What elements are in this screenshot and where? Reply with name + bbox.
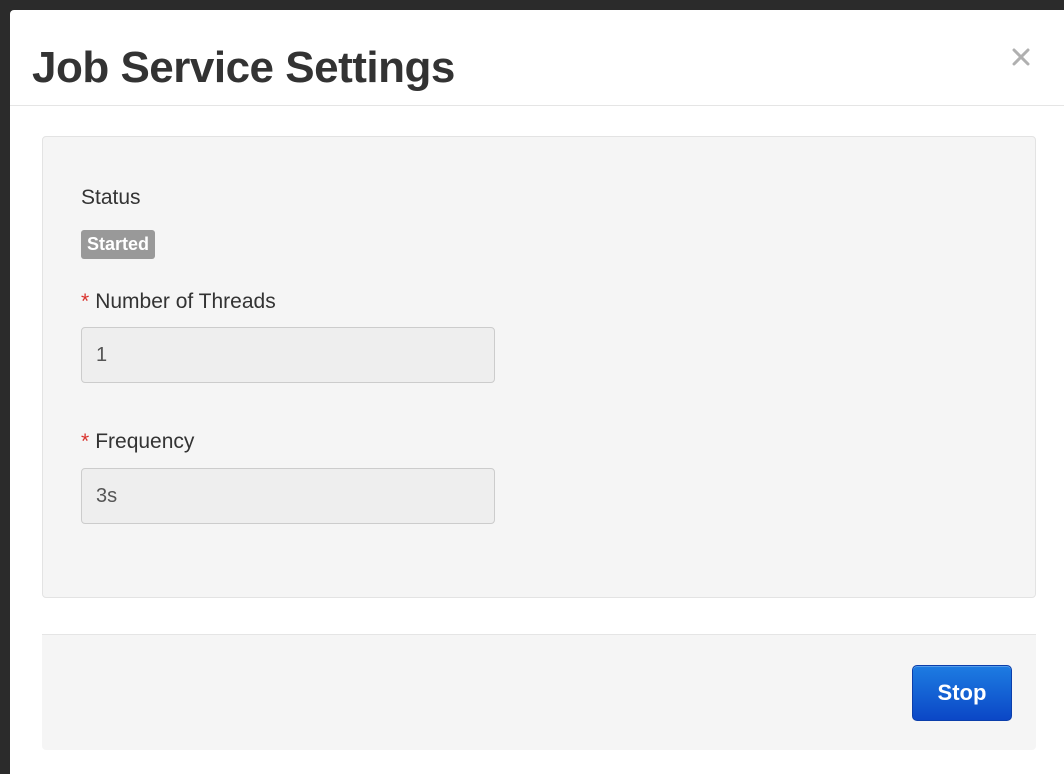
job-service-settings-dialog: Job Service Settings Status Started * Num…	[10, 10, 1064, 774]
dialog-footer: Stop	[42, 634, 1036, 750]
status-badge: Started	[81, 230, 156, 259]
close-button[interactable]	[1008, 44, 1034, 70]
status-label: Status	[81, 186, 141, 209]
required-marker: *	[81, 430, 90, 453]
threads-label: * Number of Threads	[81, 289, 276, 315]
dialog-header: Job Service Settings	[10, 10, 1064, 106]
required-marker: *	[81, 290, 90, 313]
frequency-input[interactable]	[81, 468, 495, 524]
close-icon	[1012, 48, 1030, 66]
threads-label-text: Number of Threads	[95, 290, 276, 313]
threads-input[interactable]	[81, 327, 495, 383]
frequency-label: * Frequency	[81, 429, 194, 455]
dialog-title: Job Service Settings	[32, 43, 455, 92]
settings-form-panel: Status Started *Number of Threads *Frequ…	[42, 136, 1036, 598]
frequency-label-text: Frequency	[95, 430, 195, 453]
stop-button[interactable]: Stop	[912, 665, 1012, 721]
